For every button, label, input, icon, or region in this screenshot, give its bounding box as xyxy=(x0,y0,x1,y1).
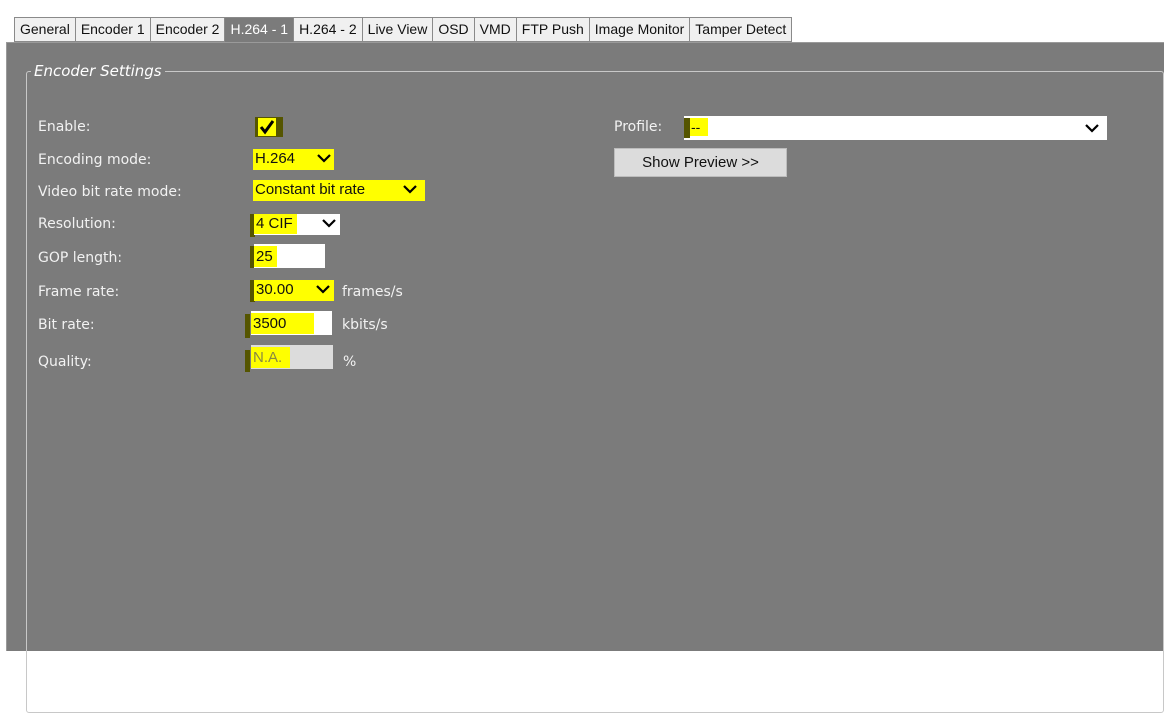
enable-label: Enable: xyxy=(38,119,91,135)
resolution-label: Resolution: xyxy=(38,216,116,232)
bit-rate-label: Bit rate: xyxy=(38,317,95,333)
chevron-down-icon xyxy=(1085,124,1099,133)
quality-value: N.A. xyxy=(251,347,291,368)
frame-rate-unit: frames/s xyxy=(342,284,403,300)
highlight-marker xyxy=(245,314,250,338)
chevron-down-icon xyxy=(317,154,331,163)
gop-length-label: GOP length: xyxy=(38,250,123,266)
bit-rate-value: 3500 xyxy=(251,313,315,334)
video-bit-rate-mode-select[interactable]: Constant bit rate xyxy=(253,180,425,201)
tab-encoder-2[interactable]: Encoder 2 xyxy=(150,17,226,42)
tab-ftp-push[interactable]: FTP Push xyxy=(516,17,590,42)
tab-encoder-1[interactable]: Encoder 1 xyxy=(75,17,151,42)
tab-h264-1[interactable]: H.264 - 1 xyxy=(225,17,295,42)
show-preview-button[interactable]: Show Preview >> xyxy=(614,148,787,177)
frame-rate-label: Frame rate: xyxy=(38,284,120,300)
tab-live-view[interactable]: Live View xyxy=(362,17,434,42)
tab-osd[interactable]: OSD xyxy=(433,17,475,42)
chevron-down-icon xyxy=(322,219,336,228)
quality-input: N.A. xyxy=(251,345,333,369)
encoding-mode-select[interactable]: H.264 xyxy=(253,149,334,170)
tab-bar: General Encoder 1 Encoder 2 H.264 - 1 H.… xyxy=(14,17,793,42)
resolution-value: 4 CIF xyxy=(254,214,297,234)
tab-vmd[interactable]: VMD xyxy=(474,17,517,42)
profile-value: -- xyxy=(690,118,709,136)
gop-length-input[interactable]: 25 xyxy=(254,244,325,268)
quality-label: Quality: xyxy=(38,354,92,370)
bit-rate-unit: kbits/s xyxy=(342,317,388,333)
highlight-marker xyxy=(245,350,250,372)
settings-panel: Encoder Settings Enable: Encoding mode: … xyxy=(6,42,1164,713)
chevron-down-icon xyxy=(316,285,330,294)
tab-tamper-detect[interactable]: Tamper Detect xyxy=(690,17,793,42)
video-bit-rate-mode-value: Constant bit rate xyxy=(255,181,366,198)
profile-select[interactable]: -- xyxy=(684,116,1107,140)
quality-unit: % xyxy=(343,354,357,370)
profile-label: Profile: xyxy=(614,119,663,135)
encoding-mode-label: Encoding mode: xyxy=(38,152,152,168)
frame-rate-value: 30.00 xyxy=(256,281,294,298)
video-bit-rate-mode-label: Video bit rate mode: xyxy=(38,184,182,200)
encoding-mode-value: H.264 xyxy=(255,150,296,167)
frame-rate-select[interactable]: 30.00 xyxy=(254,280,334,301)
bit-rate-input[interactable]: 3500 xyxy=(251,311,332,335)
enable-checkbox[interactable] xyxy=(255,117,283,137)
encoder-settings-group: Encoder Settings xyxy=(26,62,1164,713)
checkmark-icon xyxy=(259,120,275,135)
gop-length-value: 25 xyxy=(254,246,277,267)
tab-general[interactable]: General xyxy=(14,17,76,42)
tab-h264-2[interactable]: H.264 - 2 xyxy=(294,17,363,42)
section-title: Encoder Settings xyxy=(31,62,165,80)
tab-image-monitor[interactable]: Image Monitor xyxy=(589,17,691,42)
resolution-select[interactable]: 4 CIF xyxy=(254,214,340,235)
chevron-down-icon xyxy=(403,185,417,194)
